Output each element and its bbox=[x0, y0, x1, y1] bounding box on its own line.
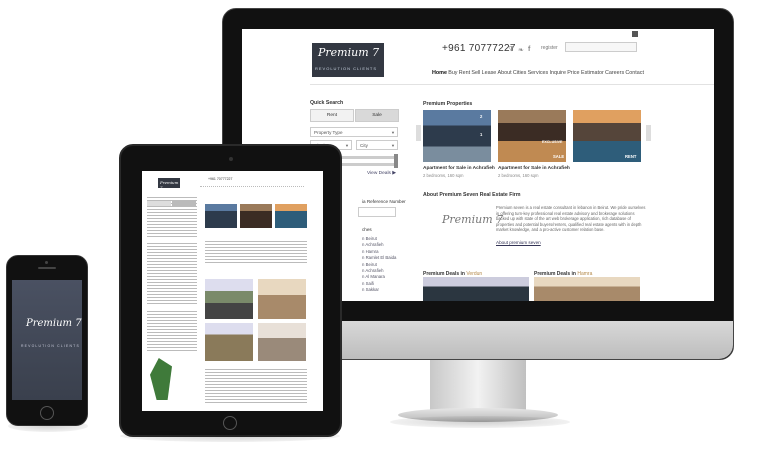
recent-searches-list: n Beirut n Achrafieh n Hamra n Ramlet El… bbox=[362, 236, 396, 294]
site-logo[interactable]: Premium 7 REVOLUTION CLIENTS bbox=[312, 43, 384, 77]
logo-text: Premium 7 bbox=[318, 46, 380, 59]
rent-badge: RENT bbox=[625, 154, 637, 159]
view-deals-button[interactable]: View Deals ▶ bbox=[367, 171, 396, 176]
list-item[interactable]: n Sakkar bbox=[362, 287, 396, 293]
phone-home-button[interactable] bbox=[40, 406, 54, 420]
about-link[interactable]: About premium seven bbox=[496, 240, 541, 245]
tablet-deal-image[interactable] bbox=[205, 323, 253, 361]
nav-price-estimator[interactable]: Price Estimator bbox=[567, 70, 604, 82]
phone-screen: Premium 7 REVOLUTION CLIENTS bbox=[12, 280, 82, 400]
tablet-rent-button[interactable] bbox=[147, 201, 171, 206]
reference-number-label: ia Reference Number bbox=[362, 199, 406, 204]
monitor-stand bbox=[430, 360, 526, 412]
nav-lease[interactable]: Lease bbox=[482, 70, 497, 82]
phone-device: Premium 7 REVOLUTION CLIENTS bbox=[6, 255, 88, 426]
tablet-home-button[interactable] bbox=[223, 416, 237, 430]
deal-image[interactable] bbox=[423, 277, 529, 301]
searches-label: ches bbox=[362, 227, 372, 232]
tablet-footer-text bbox=[205, 369, 307, 405]
tablet-phone: +961 70777227 bbox=[208, 177, 233, 181]
nav-sell[interactable]: Sell bbox=[471, 70, 480, 82]
tablet-deal-image[interactable] bbox=[205, 279, 253, 319]
property-image[interactable]: EXCLUSIVE SALE bbox=[498, 110, 566, 162]
property-count: 2 bbox=[480, 114, 483, 119]
tablet-nav[interactable] bbox=[200, 184, 304, 187]
property-caption[interactable]: Apartment for Sale in Achrafieh bbox=[423, 166, 495, 171]
slider-handle[interactable] bbox=[394, 161, 398, 168]
nav-careers[interactable]: Careers bbox=[605, 70, 624, 82]
property-type-select[interactable]: Property Type ▼ bbox=[310, 127, 398, 137]
property-count: 1 bbox=[480, 132, 483, 137]
header-phone: +961 70777227 bbox=[442, 43, 516, 54]
nav-about[interactable]: About bbox=[498, 70, 512, 82]
tablet-logo[interactable]: Premium 7 bbox=[158, 178, 180, 190]
exclusive-badge: EXCLUSIVE bbox=[542, 140, 563, 144]
premium-properties-title: Premium Properties bbox=[423, 101, 473, 107]
property-details: 2 bedrooms, 160 sqm bbox=[498, 173, 539, 178]
phone-camera bbox=[45, 261, 48, 264]
deal-image[interactable] bbox=[534, 277, 640, 301]
reference-number-input[interactable] bbox=[358, 207, 396, 217]
property-caption[interactable]: Apartment for Sale in Achrafieh bbox=[498, 166, 570, 171]
quick-search-title: Quick Search bbox=[310, 100, 344, 106]
slider-handle[interactable] bbox=[394, 154, 398, 161]
property-type-value: Property Type bbox=[314, 129, 343, 135]
chevron-down-icon: ▼ bbox=[391, 129, 395, 135]
tablet-property-image[interactable] bbox=[205, 204, 237, 228]
tablet-camera bbox=[229, 157, 233, 161]
property-image[interactable]: RENT bbox=[573, 110, 641, 162]
facebook-icon[interactable]: f bbox=[528, 46, 530, 53]
header-search-input[interactable] bbox=[565, 42, 637, 52]
logo-subtitle: REVOLUTION CLIENTS bbox=[315, 66, 378, 71]
tablet-about-text bbox=[205, 241, 307, 265]
nav-buy[interactable]: Buy bbox=[448, 70, 457, 82]
about-text: Premium seven is a real estate consultan… bbox=[496, 205, 646, 233]
tablet-deal-image[interactable] bbox=[258, 279, 306, 319]
phone-shadow bbox=[8, 420, 88, 432]
nav-rent[interactable]: Rent bbox=[459, 70, 470, 82]
phone-speaker bbox=[38, 267, 56, 269]
register-link[interactable]: register bbox=[541, 45, 558, 51]
tablet-deal-image[interactable] bbox=[258, 323, 306, 361]
tablet-sidebar-list[interactable] bbox=[147, 243, 197, 305]
phone-logo-subtitle: REVOLUTION CLIENTS bbox=[21, 344, 80, 348]
tablet-sale-button[interactable] bbox=[172, 201, 196, 206]
chevron-down-icon: ▼ bbox=[345, 142, 349, 148]
city-value: City bbox=[360, 142, 368, 148]
nav-cities[interactable]: Cities bbox=[513, 70, 526, 82]
twitter-icon[interactable]: ❧ bbox=[518, 46, 524, 54]
page-badge bbox=[632, 31, 638, 37]
monitor-shadow bbox=[390, 416, 570, 428]
property-details: 2 bedrooms, 160 sqm bbox=[423, 173, 464, 178]
carousel-prev-arrow[interactable] bbox=[416, 125, 421, 141]
nav-divider bbox=[310, 84, 714, 85]
tablet-property-image[interactable] bbox=[275, 204, 307, 228]
property-image[interactable]: 2 1 bbox=[423, 110, 491, 162]
nav-contact[interactable]: Contact bbox=[625, 70, 644, 82]
phone-logo: Premium 7 bbox=[26, 318, 82, 329]
carousel-next-arrow[interactable] bbox=[646, 125, 651, 141]
lebanon-map-icon[interactable] bbox=[150, 358, 172, 400]
tablet-shadow bbox=[120, 430, 340, 442]
nav-inquire[interactable]: Inquire bbox=[549, 70, 565, 82]
chevron-down-icon: ▼ bbox=[391, 142, 395, 148]
city-select[interactable]: City ▼ bbox=[356, 140, 398, 150]
rss-icon[interactable]: ⧩ bbox=[508, 46, 514, 54]
tablet-screen: Premium 7 +961 70777227 bbox=[142, 171, 323, 411]
tablet-device: Premium 7 +961 70777227 bbox=[119, 144, 342, 437]
signature-logo: Premium 7 bbox=[442, 213, 504, 226]
about-title: About Premium Seven Real Estate Firm bbox=[423, 192, 521, 198]
tablet-sidebar-text bbox=[147, 311, 197, 351]
list-item[interactable]: n Ramlet El Baida bbox=[362, 255, 396, 261]
main-nav: Home Buy Rent Sell Lease About Cities Se… bbox=[432, 70, 644, 82]
rent-toggle-button[interactable]: Rent bbox=[310, 109, 354, 122]
nav-services[interactable]: Services bbox=[528, 70, 549, 82]
sale-badge: SALE bbox=[553, 154, 565, 159]
tablet-property-image[interactable] bbox=[240, 204, 272, 228]
nav-home[interactable]: Home bbox=[432, 70, 447, 82]
view-deals-label: View Deals bbox=[367, 171, 391, 176]
sale-toggle-button[interactable]: Sale bbox=[355, 109, 399, 122]
